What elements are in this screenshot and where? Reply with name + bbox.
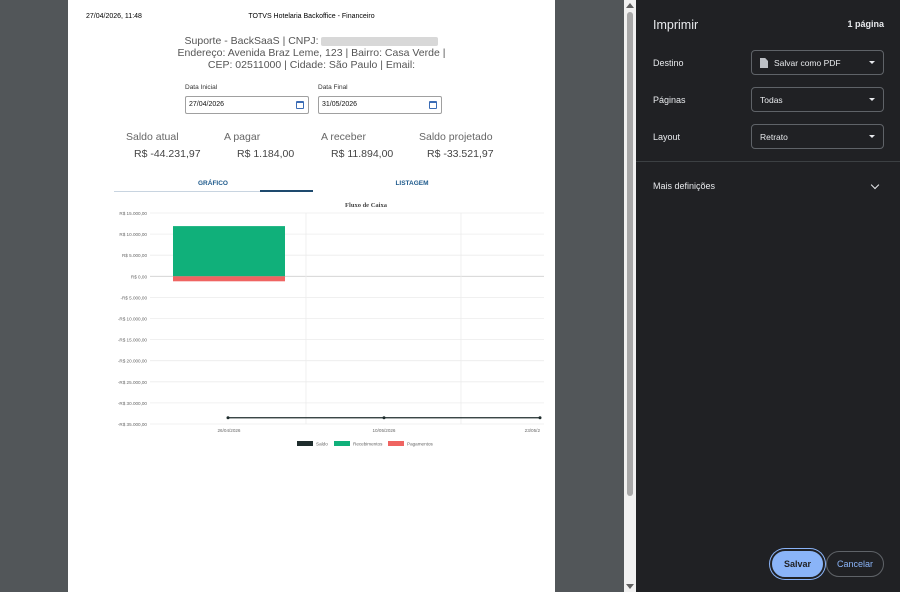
print-preview-area: 27/04/2026, 11:48 TOTVS Hotelaria Backof… (0, 0, 636, 592)
y-tick-label: -R$ 10.000,00 (118, 317, 148, 322)
tab-active-indicator (260, 190, 313, 192)
save-button[interactable]: Salvar (772, 551, 823, 577)
scroll-down-icon[interactable] (626, 584, 634, 589)
scrollbar-thumb[interactable] (627, 12, 633, 496)
x-tick-label: 23/05/2 (525, 428, 541, 433)
company-info: Suporte - BackSaaS | CNPJ: Endereço: Ave… (68, 35, 555, 71)
paginas-select[interactable]: Todas (751, 87, 884, 112)
destino-value: Salvar como PDF (774, 58, 841, 68)
saldo-atual-value: R$ -44.231,97 (134, 148, 201, 160)
data-final-label: Data Final (318, 84, 348, 91)
legend-label: Saldo (316, 442, 328, 447)
tab-listagem[interactable]: LISTAGEM (312, 180, 512, 187)
calendar-icon[interactable] (429, 101, 437, 109)
legend-label: Recebimentos (353, 442, 383, 447)
company-address-line: Endereço: Avenida Braz Leme, 123 | Bairr… (177, 47, 446, 59)
redacted-cnpj (321, 36, 439, 46)
bar-recebimentos (173, 226, 285, 277)
legend-swatch (334, 441, 350, 446)
chart-title: Fluxo de Caixa (345, 202, 388, 209)
legend-swatch (388, 441, 404, 446)
data-inicial-label: Data Inicial (185, 84, 218, 91)
data-final-value: 31/05/2026 (322, 101, 358, 108)
paginas-value: Todas (760, 95, 783, 105)
x-tick-label: 26/04/2026 (218, 428, 241, 433)
data-final-input[interactable]: 31/05/2026 (318, 96, 442, 114)
a-pagar-label: A pagar (224, 131, 261, 143)
y-tick-label: R$ 5.000,00 (122, 253, 147, 258)
dropdown-arrow-icon (869, 135, 875, 138)
dropdown-arrow-icon (869, 98, 875, 101)
chevron-down-icon[interactable] (870, 180, 880, 190)
saldo-projetado-value: R$ -33.521,97 (427, 148, 494, 160)
y-tick-label: -R$ 20.000,00 (118, 359, 148, 364)
saldo-point (538, 416, 542, 420)
y-tick-label: R$ 10.000,00 (119, 232, 147, 237)
dropdown-arrow-icon (869, 61, 875, 64)
calendar-icon[interactable] (296, 101, 304, 109)
saldo-point (382, 416, 386, 420)
y-tick-label: -R$ 35.000,00 (118, 422, 148, 427)
a-receber-value: R$ 11.894,00 (331, 148, 394, 160)
a-receber-label: A receber (321, 131, 366, 143)
preview-page: 27/04/2026, 11:48 TOTVS Hotelaria Backof… (68, 0, 555, 592)
print-header-title: TOTVS Hotelaria Backoffice - Financeiro (248, 13, 375, 20)
saldo-atual-label: Saldo atual (126, 131, 179, 143)
layout-label: Layout (653, 132, 681, 142)
paginas-label: Páginas (653, 95, 686, 105)
saldo-point (226, 416, 230, 420)
company-cep-line: CEP: 02511000 | Cidade: São Paulo | Emai… (207, 59, 416, 71)
print-settings-panel: Imprimir 1 página Destino Salvar como PD… (636, 0, 900, 592)
company-name-line: Suporte - BackSaaS | CNPJ: (184, 35, 319, 47)
y-tick-label: R$ 15.000,00 (119, 211, 147, 216)
y-tick-label: -R$ 25.000,00 (118, 380, 148, 385)
y-tick-label: -R$ 30.000,00 (118, 401, 148, 406)
scroll-up-icon[interactable] (626, 3, 634, 8)
preview-scrollbar[interactable] (624, 0, 636, 592)
x-tick-label: 10/05/2026 (373, 428, 396, 433)
print-title: Imprimir (653, 18, 699, 32)
destino-select[interactable]: Salvar como PDF (751, 50, 884, 75)
data-inicial-input[interactable]: 27/04/2026 (185, 96, 309, 114)
legend-label: Pagamentos (407, 442, 433, 447)
destino-label: Destino (653, 58, 684, 68)
y-tick-label: -R$ 15.000,00 (118, 338, 148, 343)
layout-value: Retrato (760, 132, 788, 142)
tab-grafico[interactable]: GRÁFICO (114, 180, 312, 187)
y-tick-label: -R$ 5.000,00 (120, 295, 147, 300)
cancel-button[interactable]: Cancelar (826, 551, 884, 577)
legend-swatch (297, 441, 313, 446)
y-tick-label: R$ 0,00 (131, 274, 148, 279)
cash-flow-chart: Fluxo de Caixa R$ 15.000,00 R$ 10.000,00 R$… (118, 202, 544, 447)
page-count: 1 página (847, 19, 884, 29)
saldo-projetado-label: Saldo projetado (419, 131, 493, 143)
divider (636, 161, 900, 162)
bar-pagamentos (173, 276, 285, 282)
more-settings-toggle[interactable]: Mais definições (653, 181, 715, 191)
a-pagar-value: R$ 1.184,00 (237, 148, 295, 160)
layout-select[interactable]: Retrato (751, 124, 884, 149)
data-inicial-value: 27/04/2026 (189, 101, 225, 108)
file-icon (760, 58, 768, 68)
